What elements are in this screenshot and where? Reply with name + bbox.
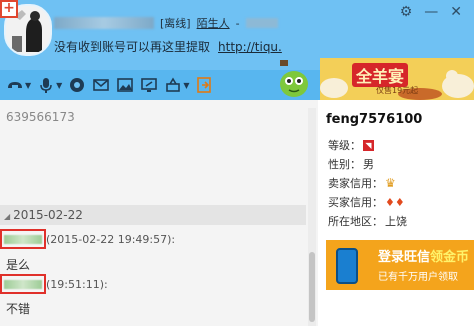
phone-promo-icon	[336, 248, 358, 284]
promo-title-main: 登录旺信	[378, 250, 431, 265]
sender-highlight	[0, 274, 46, 294]
contact-id-redacted	[245, 18, 278, 28]
title-row: [离线] 陌生人 -	[54, 14, 278, 32]
mail-icon[interactable]	[92, 76, 110, 94]
signature-message: 没有收到账号可以再这里提取	[54, 40, 211, 54]
region-value: 上饶	[385, 215, 407, 228]
signature-link[interactable]: http://tiqu.	[218, 40, 282, 54]
microphone-dropdown-icon[interactable]: ▼	[56, 81, 62, 90]
promo-title: 登录旺信领金币	[378, 246, 469, 265]
sender-highlight	[0, 229, 46, 249]
message-header: (19:51:11):	[0, 274, 108, 294]
signature-text: 没有收到账号可以再这里提取 http://tiqu.	[54, 38, 282, 55]
date-label: 2015-02-22	[13, 208, 83, 222]
phone-dropdown-icon[interactable]: ▼	[25, 81, 31, 90]
contact-id-text: 639566173	[6, 110, 75, 124]
buyer-credit-row: 买家信用： ♦♦	[328, 194, 405, 210]
mascot-icon[interactable]	[278, 60, 310, 98]
microphone-icon[interactable]	[37, 76, 55, 94]
date-divider[interactable]: ◢ 2015-02-22	[0, 205, 306, 225]
ad-title: 全羊宴	[352, 63, 409, 87]
ad-subtitle: 仅售19元起	[376, 86, 419, 95]
title-separator: -	[235, 16, 240, 30]
sender-name-redacted	[4, 279, 42, 289]
collapse-icon[interactable]: ◢	[4, 212, 10, 221]
sender-name-redacted	[4, 234, 42, 244]
message-time: (19:51:11):	[46, 277, 108, 291]
profile-username: feng7576100	[326, 112, 423, 127]
message-text: 不错	[6, 302, 31, 316]
add-friend-badge[interactable]: +	[0, 0, 18, 18]
screen-share-icon[interactable]	[140, 76, 158, 94]
gender-label: 性别：	[328, 158, 361, 171]
crown-icon: ♛	[385, 176, 396, 190]
remote-desktop-icon[interactable]	[164, 76, 182, 94]
message-time: (2015-02-22 19:49:57):	[46, 232, 176, 246]
ad-banner[interactable]: 全羊宴 仅售19元起	[320, 58, 474, 100]
region-row: 所在地区： 上饶	[328, 213, 407, 229]
seller-credit-label: 卖家信用：	[328, 177, 383, 190]
phone-icon[interactable]	[6, 76, 24, 94]
transfer-icon[interactable]	[195, 76, 213, 94]
message-header: (2015-02-22 19:49:57):	[0, 229, 175, 249]
diamond-icon: ♦♦	[385, 195, 405, 209]
promo-banner[interactable]: 登录旺信领金币 已有千万用户领取	[326, 240, 474, 290]
online-status: [离线]	[160, 17, 191, 30]
contact-name-redacted	[54, 17, 154, 29]
close-icon[interactable]: ✕	[450, 4, 462, 20]
message-text: 是么	[6, 258, 31, 272]
level-label: 等级：	[328, 139, 361, 152]
promo-subtitle: 已有千万用户领取	[378, 272, 458, 283]
minimize-icon[interactable]: —	[424, 4, 438, 20]
level-row: 等级： ◥	[328, 137, 374, 153]
image-icon[interactable]	[116, 76, 134, 94]
chat-scrollbar[interactable]	[308, 108, 316, 326]
level-badge-icon: ◥	[363, 139, 374, 151]
gender-row: 性别： 男	[328, 156, 374, 172]
settings-icon[interactable]: ⚙	[400, 4, 413, 20]
buyer-credit-label: 买家信用：	[328, 196, 383, 209]
gender-value: 男	[363, 158, 374, 171]
chat-toolbar: ▼ ▼ ▼	[0, 70, 320, 100]
promo-title-highlight: 领金币	[430, 250, 470, 265]
remote-dropdown-icon[interactable]: ▼	[183, 81, 189, 90]
video-icon[interactable]	[68, 76, 86, 94]
stranger-link[interactable]: 陌生人	[197, 15, 230, 31]
window-controls: ⚙ — ✕	[400, 4, 462, 20]
seller-credit-row: 卖家信用： ♛	[328, 175, 396, 191]
region-label: 所在地区：	[328, 215, 383, 228]
